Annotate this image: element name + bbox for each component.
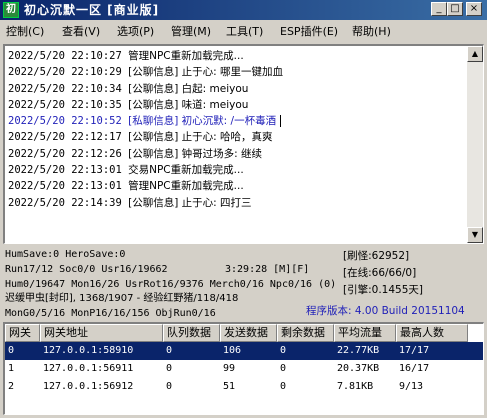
log-timestamp: 2022/5/20 22:10:35: [8, 98, 122, 111]
col-sent[interactable]: 发送数据: [220, 324, 277, 342]
col-gateway[interactable]: 网关: [5, 324, 40, 342]
table-cell: 0: [280, 381, 287, 392]
app-icon: 初: [3, 2, 19, 18]
log-line: 2022/5/20 22:13:01 管理NPC重新加载完成...: [8, 178, 463, 194]
log-line: 2022/5/20 22:10:27 管理NPC重新加载完成...: [8, 48, 463, 64]
table-cell: 0: [166, 381, 173, 392]
title-bar[interactable]: 初 初心沉默一区 [商业版] _ □ ×: [0, 0, 487, 20]
table-cell: 22.77KB: [337, 345, 380, 356]
table-row[interactable]: 2 127.0.0.1:56912 0 51 0 7.81KB 9/13: [5, 378, 483, 396]
menu-esp-plugin[interactable]: ESP插件(E): [280, 25, 338, 39]
version-label: 程序版本: 4.00 Build 20151104: [306, 305, 465, 317]
log-message: 交易NPC重新加载完成...: [128, 164, 244, 177]
log-message: [公聊信息] 白起: meiyou: [128, 82, 249, 95]
log-timestamp: 2022/5/20 22:13:01: [8, 164, 122, 177]
log-message: [公聊信息] 止于心: 四打三: [128, 196, 252, 209]
table-cell: 17/17: [399, 345, 430, 356]
log-timestamp: 2022/5/20 22:10:29: [8, 66, 122, 79]
log-message: [公聊信息] 止于心: 哈哈，真爽: [128, 131, 273, 144]
save-status: HumSave:0 HeroSave:0: [5, 249, 126, 260]
col-max-users[interactable]: 最高人数: [396, 324, 468, 342]
run-status: Run17/12 Soc0/0 Usr16/19662: [5, 264, 168, 275]
menu-bar: 控制(C) 查看(V) 选项(P) 管理(M) 工具(T) ESP插件(E) 帮…: [0, 22, 487, 42]
log-message: [公聊信息] 味道: meiyou: [128, 98, 249, 111]
text-cursor: [280, 115, 282, 128]
object-counts: Hum0/19647 Mon16/26 UsrRot16/9376 Merch0…: [5, 279, 337, 290]
menu-help[interactable]: 帮助(H): [352, 25, 391, 39]
table-cell: 0: [280, 363, 287, 374]
log-panel[interactable]: 2022/5/20 22:10:27 管理NPC重新加载完成... 2022/5/…: [3, 44, 484, 244]
menu-manage[interactable]: 管理(M): [171, 25, 211, 39]
menu-options[interactable]: 选项(P): [117, 25, 154, 39]
table-cell: 0: [8, 345, 15, 356]
table-cell: 0: [166, 345, 173, 356]
log-scrollbar[interactable]: ▲ ▼: [467, 46, 483, 243]
table-cell: 99: [223, 363, 236, 374]
table-cell: 9/13: [399, 381, 424, 392]
log-message: [公聊信息] 钟哥过场多: 继续: [128, 147, 263, 160]
scroll-down-icon[interactable]: ▼: [467, 227, 483, 243]
log-timestamp: 2022/5/20 22:10:34: [8, 82, 122, 95]
table-cell: 0: [166, 363, 173, 374]
scroll-up-icon[interactable]: ▲: [467, 46, 483, 62]
table-cell: 127.0.0.1:56911: [43, 363, 134, 374]
log-lines: 2022/5/20 22:10:27 管理NPC重新加载完成... 2022/5/…: [8, 48, 463, 211]
table-cell: 20.37KB: [337, 363, 380, 374]
log-timestamp: 2022/5/20 22:14:39: [8, 196, 122, 209]
minimize-button[interactable]: _: [431, 2, 447, 16]
online-count: [在线:66/66/0]: [343, 267, 417, 279]
window-title: 初心沉默一区 [商业版]: [24, 3, 160, 17]
log-message: [公聊信息] 止于心: 哪里一键加血: [128, 66, 284, 79]
col-queue[interactable]: 队列数据: [163, 324, 220, 342]
table-cell: 1: [8, 363, 15, 374]
log-timestamp: 2022/5/20 22:12:17: [8, 131, 122, 144]
monster-status: 迟缓甲虫[封印], 1368/1907 - 经验红野猪/118/418: [5, 293, 239, 304]
menu-view[interactable]: 查看(V): [62, 25, 100, 39]
table-cell: 106: [223, 345, 242, 356]
log-line: 2022/5/20 22:10:52 [私聊信息] 初心沉默: /一杯毒酒: [8, 113, 463, 129]
table-cell: 7.81KB: [337, 381, 374, 392]
log-line: 2022/5/20 22:10:35 [公聊信息] 味道: meiyou: [8, 97, 463, 113]
log-line: 2022/5/20 22:10:29 [公聊信息] 止于心: 哪里一键加血: [8, 64, 463, 80]
log-line: 2022/5/20 22:12:26 [公聊信息] 钟哥过场多: 继续: [8, 146, 463, 162]
table-cell: 2: [8, 381, 15, 392]
log-message: 管理NPC重新加载完成...: [128, 50, 244, 62]
col-remaining[interactable]: 剩余数据: [277, 324, 334, 342]
uptime: 3:29:28 [M][F]: [225, 264, 310, 275]
menu-control[interactable]: 控制(C): [6, 25, 44, 39]
log-line: 2022/5/20 22:12:17 [公聊信息] 止于心: 哈哈，真爽: [8, 129, 463, 145]
col-address[interactable]: 网关地址: [40, 324, 163, 342]
log-timestamp: 2022/5/20 22:10:52: [8, 115, 122, 128]
table-cell: 127.0.0.1:58910: [43, 345, 134, 356]
table-cell: 51: [223, 381, 236, 392]
table-cell: 16/17: [399, 363, 430, 374]
refresh-count: [刷怪:62952]: [343, 250, 410, 262]
log-timestamp: 2022/5/20 22:10:27: [8, 50, 122, 62]
log-timestamp: 2022/5/20 22:13:01: [8, 180, 122, 193]
engine-uptime: [引擎:0.1455天]: [343, 284, 423, 296]
table-row[interactable]: 0 127.0.0.1:58910 0 106 0 22.77KB 17/17: [5, 342, 483, 360]
table-row[interactable]: 1 127.0.0.1:56911 0 99 0 20.37KB 16/17: [5, 360, 483, 378]
log-line: 2022/5/20 22:10:34 [公聊信息] 白起: meiyou: [8, 81, 463, 97]
log-message: 管理NPC重新加载完成...: [128, 180, 244, 193]
log-line: 2022/5/20 22:14:39 [公聊信息] 止于心: 四打三: [8, 195, 463, 211]
table-cell: 0: [280, 345, 287, 356]
gateway-table[interactable]: 网关 网关地址 队列数据 发送数据 剩余数据 平均流量 最高人数 0 127.0.…: [3, 322, 484, 415]
log-timestamp: 2022/5/20 22:12:26: [8, 147, 122, 160]
close-button[interactable]: ×: [466, 2, 482, 16]
monster-gen-status: MonG0/5/16 MonP16/16/156 ObjRun0/16: [5, 308, 216, 319]
col-avg-traffic[interactable]: 平均流量: [334, 324, 396, 342]
log-message: [私聊信息] 初心沉默: /一杯毒酒: [128, 115, 277, 128]
table-header: 网关 网关地址 队列数据 发送数据 剩余数据 平均流量 最高人数: [5, 324, 483, 342]
log-line: 2022/5/20 22:13:01 交易NPC重新加载完成...: [8, 162, 463, 178]
maximize-button[interactable]: □: [447, 2, 463, 16]
table-cell: 127.0.0.1:56912: [43, 381, 134, 392]
menu-tools[interactable]: 工具(T): [226, 25, 263, 39]
